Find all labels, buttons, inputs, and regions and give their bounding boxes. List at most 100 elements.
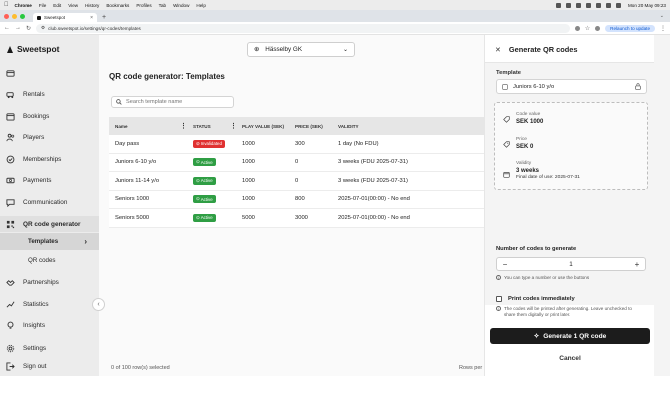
collapse-sidebar-button[interactable]: ‹ [92, 298, 105, 311]
decrement-button[interactable]: − [497, 260, 513, 269]
status-icon[interactable] [565, 2, 571, 8]
tag-icon [503, 116, 510, 123]
brand-logo[interactable]: Sweetspot [6, 44, 60, 54]
wifi-icon[interactable] [595, 2, 601, 8]
menubar-clock[interactable]: Mon 20 May 09:23 [628, 3, 666, 8]
bookmark-star-icon[interactable]: ☆ [585, 25, 590, 32]
cell-price: 0 [295, 159, 299, 166]
new-tab-icon[interactable]: + [102, 13, 106, 22]
window-controls [4, 10, 25, 22]
menu-edit[interactable]: Edit [53, 3, 61, 8]
menu-profiles[interactable]: Profiles [136, 3, 151, 8]
cell-play-value: 1000 [242, 159, 255, 166]
browser-tab[interactable]: Sweetspot × [33, 13, 97, 22]
sidebar-item-communication[interactable]: Communication [0, 194, 99, 210]
club-select[interactable]: ⊕ Hässelby GK ⌄ [247, 42, 355, 57]
extension-icon[interactable] [574, 25, 580, 31]
status-text: Invalidated [200, 141, 222, 147]
browser-menu-icon[interactable]: ⋮ [660, 25, 666, 32]
menu-view[interactable]: View [68, 3, 78, 8]
print-checkbox[interactable] [496, 296, 502, 302]
column-header-play-value[interactable]: PLAY VALUE (SEK) [242, 124, 295, 129]
minimize-window-icon[interactable] [12, 13, 17, 19]
address-bar[interactable]: ⚙ club.sweetspot.io/settings/qr-codes/te… [36, 23, 570, 33]
template-field[interactable]: Juniors 6-10 y/o [496, 79, 647, 94]
price-row: Price SEK 0 [503, 137, 533, 150]
close-window-icon[interactable] [4, 13, 9, 19]
sidebar-item-rentals[interactable]: Rentals [0, 86, 99, 102]
menu-window[interactable]: Window [173, 3, 189, 8]
menu-file[interactable]: File [39, 3, 46, 8]
maximize-window-icon[interactable] [20, 13, 25, 19]
cancel-button[interactable]: Cancel [485, 355, 655, 362]
cell-play-value: 5000 [242, 214, 255, 221]
sidebar-item-players[interactable]: Players [0, 129, 99, 145]
control-center-icon[interactable] [615, 2, 621, 8]
search-box[interactable] [111, 96, 234, 108]
page-scrollbar[interactable] [654, 35, 670, 376]
table-row[interactable]: Seniors 5000 ⊙ Active 5000 3000 2025-07-0… [109, 209, 484, 228]
table-row[interactable]: Juniors 6-10 y/o ⊙ Active 1000 0 3 weeks … [109, 153, 484, 172]
cell-status: ⊙ Active [193, 213, 242, 222]
sidebar-item-settings[interactable]: Settings [0, 340, 99, 356]
column-header-name[interactable]: Name ⋮ [109, 122, 193, 130]
table-row[interactable]: Juniors 11-14 y/o ⊙ Active 1000 0 3 weeks… [109, 172, 484, 191]
apple-icon[interactable]:  [4, 2, 9, 8]
sidebar-item-insights[interactable]: Insights [0, 317, 99, 333]
quantity-input[interactable]: 1 [513, 261, 629, 268]
sidebar-collapse-toggle[interactable] [0, 66, 99, 80]
print-option[interactable]: Print codes immediately [496, 296, 575, 302]
menubar-status: Mon 20 May 09:23 [555, 2, 666, 8]
reload-icon[interactable]: ↻ [26, 25, 31, 32]
column-menu-icon[interactable]: ⋮ [180, 122, 187, 130]
print-label: Print codes immediately [508, 296, 575, 302]
validity-value: 3 weeks [516, 168, 540, 174]
cell-status: ⊙ Active [193, 158, 242, 167]
cell-status: ⊙ Active [193, 195, 242, 204]
column-header-label: STATUS [193, 123, 211, 129]
menu-app[interactable]: Chrome [15, 3, 32, 8]
cell-price: 3000 [295, 214, 308, 221]
close-icon[interactable]: ✕ [495, 46, 501, 54]
sidebar-item-payments[interactable]: Payments [0, 172, 99, 188]
menu-tab[interactable]: Tab [159, 3, 166, 8]
close-tab-icon[interactable]: × [90, 15, 93, 21]
panel-title: Generate QR codes [508, 45, 578, 54]
tab-search-icon[interactable]: ⌄ [660, 10, 664, 22]
sidebar-item-qr-code-generator[interactable]: QR code generator [0, 216, 99, 232]
selection-count: 0 of 100 row(s) selected [111, 365, 170, 371]
profile-avatar[interactable] [595, 25, 601, 31]
back-icon[interactable]: ← [4, 25, 10, 31]
menu-help[interactable]: Help [196, 3, 205, 8]
forward-icon[interactable]: → [15, 25, 21, 31]
relaunch-button[interactable]: Relaunch to update [605, 24, 655, 32]
table-row[interactable]: Day pass ⊘ Invalidated 1000 300 1 day (No… [109, 135, 484, 154]
status-icon[interactable] [555, 2, 561, 8]
column-menu-icon[interactable]: ⋮ [230, 122, 237, 130]
column-header-validity[interactable]: VALIDITY [338, 124, 484, 129]
sidebar-item-memberships[interactable]: Memberships [0, 151, 99, 167]
column-header-status[interactable]: STATUS ⋮ [193, 122, 242, 130]
sidebar-item-partnerships[interactable]: Partnerships [0, 274, 99, 290]
column-header-price[interactable]: PRICE (SEK) [295, 124, 338, 129]
sidebar-subitem-templates[interactable]: Templates › [0, 233, 99, 250]
sidebar-item-bookings[interactable]: Bookings [0, 108, 99, 124]
generate-button[interactable]: ✧ Generate 1 QR code [490, 328, 650, 344]
table-row[interactable]: Seniors 1000 ⊙ Active 1000 800 2025-07-01… [109, 190, 484, 209]
search-input[interactable] [126, 99, 226, 105]
increment-button[interactable]: + [629, 260, 645, 269]
sidebar-item-statistics[interactable]: Statistics [0, 296, 99, 312]
calendar-icon [6, 112, 15, 121]
cell-price: 0 [295, 177, 299, 184]
menu-bookmarks[interactable]: Bookmarks [106, 3, 129, 8]
site-info-icon[interactable]: ⚙ [41, 25, 45, 31]
sidebar-subitem-qr-codes[interactable]: QR codes [0, 252, 99, 269]
battery-icon[interactable] [585, 2, 591, 8]
menu-history[interactable]: History [85, 3, 99, 8]
chevron-down-icon: ⌄ [342, 47, 348, 53]
status-icon[interactable] [575, 2, 581, 8]
screen:  Chrome File Edit View History Bookmark… [0, 0, 670, 400]
search-icon[interactable] [605, 2, 611, 8]
sidebar-item-label: Rentals [23, 90, 45, 98]
sidebar-item-sign-out[interactable]: Sign out [0, 358, 99, 374]
